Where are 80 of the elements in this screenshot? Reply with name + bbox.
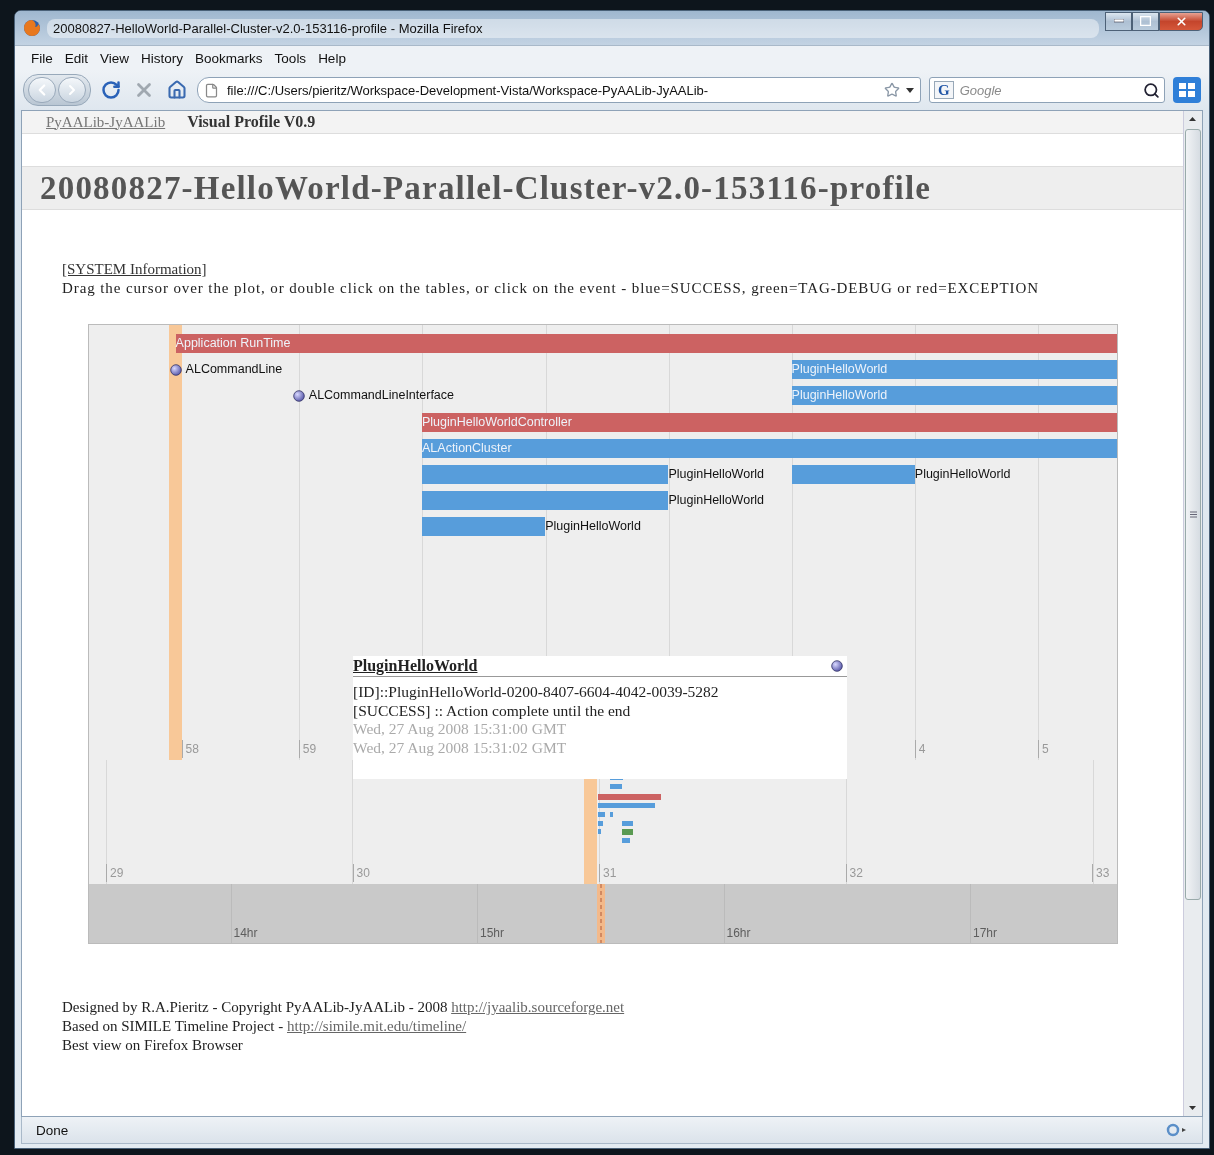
- close-icon: [1174, 14, 1188, 28]
- menu-item[interactable]: View: [94, 48, 136, 68]
- event-label: PluginHelloWorldController: [422, 413, 572, 431]
- back-button[interactable]: [28, 77, 56, 103]
- event-bar[interactable]: [422, 517, 546, 537]
- home-icon: [167, 80, 187, 100]
- event-label[interactable]: PluginHelloWorld: [668, 465, 765, 484]
- menu-item[interactable]: Tools: [268, 48, 313, 68]
- footer-link[interactable]: http://simile.mit.edu/timeline/: [287, 1018, 467, 1034]
- time-tick-label: 33: [1092, 864, 1110, 882]
- event-label: PluginHelloWorld: [791, 361, 888, 379]
- status-activity-icon: [1166, 1123, 1188, 1137]
- popup-detail: [SUCCESS] :: Action complete until the end: [353, 701, 632, 720]
- time-tick-label: 58: [181, 740, 199, 758]
- time-tick-label: 30: [352, 864, 370, 882]
- time-tick-label: 29: [106, 864, 124, 882]
- event-label[interactable]: PluginHelloWorld: [545, 517, 641, 537]
- event-bar[interactable]: [422, 491, 669, 511]
- forward-button[interactable]: [58, 77, 86, 103]
- search-engine-button[interactable]: G: [934, 81, 954, 99]
- windows-logo-icon[interactable]: [1173, 77, 1201, 103]
- timeline[interactable]: [88, 324, 1118, 944]
- popup-date: Wed, 27 Aug 2008 15:31:02 GMT: [353, 738, 568, 757]
- minimize-button[interactable]: [1105, 11, 1132, 31]
- maximize-button[interactable]: [1132, 11, 1159, 31]
- time-tick-label: 14hr: [232, 925, 258, 942]
- dashed-marker-line: [600, 884, 602, 943]
- popup-detail: [ID]::PluginHelloWorld-0200-8407-6604-4042-0039-5282: [353, 683, 720, 702]
- home-link[interactable]: PyAALib-JyAALib: [46, 113, 166, 131]
- system-info-link[interactable]: [SYSTEM Information]: [62, 260, 207, 279]
- menu-item[interactable]: File: [25, 48, 59, 68]
- time-tick-label: 17hr: [972, 925, 998, 942]
- search-field[interactable]: G Google: [929, 77, 1165, 103]
- footer-line: Based on SIMILE Timeline Project - http://simile.mit.edu/timeline/: [62, 1017, 468, 1036]
- time-tick-label: 59: [298, 740, 317, 758]
- bookmark-star-icon[interactable]: [884, 82, 900, 98]
- event-dot-icon: [831, 660, 843, 672]
- close-button[interactable]: [1159, 11, 1203, 31]
- popup-date: Wed, 27 Aug 2008 15:31:00 GMT: [353, 720, 568, 739]
- time-tick-label: 32: [845, 864, 863, 882]
- time-tick-label: 5: [1038, 740, 1049, 758]
- maximize-icon: [1140, 16, 1151, 26]
- scrollbar-thumb[interactable]: [1185, 129, 1201, 900]
- event-label: ALActionCluster: [422, 439, 512, 457]
- address-field[interactable]: file:///C:/Users/pieritz/Workspace-Development-Vista/Workspace-PyAALib-JyAALib-: [197, 77, 921, 103]
- home-button[interactable]: [165, 78, 189, 102]
- instructions-text: Drag the cursor over the plot, or double click on the tables, or click on the event - blue=SUCCESS, green=TAG-DEBUG or red=EXCEPTION: [62, 279, 1039, 298]
- event-label: PluginHelloWorld: [791, 387, 888, 405]
- firefox-logo-icon: [23, 19, 41, 37]
- search-icon[interactable]: [1143, 81, 1160, 99]
- menu-item[interactable]: Edit: [58, 48, 95, 68]
- footer-line: Best view on Firefox Browser: [62, 1036, 244, 1055]
- page-nav-title: Visual Profile V0.9: [187, 113, 316, 131]
- reload-button[interactable]: [99, 78, 123, 102]
- minimize-icon: [1113, 19, 1124, 23]
- event-label[interactable]: ALCommandLineInterface: [308, 386, 455, 406]
- time-tick-label: 15hr: [479, 925, 505, 942]
- time-tick-label: 4: [914, 740, 926, 758]
- window-title: 20080827-HelloWorld-Parallel-Cluster-v2.0-153116-profile - Mozilla Firefox: [47, 18, 1099, 38]
- popup-title[interactable]: PluginHelloWorld: [353, 656, 478, 676]
- event-dot-icon[interactable]: [292, 389, 305, 402]
- grip-icon: [1189, 511, 1197, 518]
- dropdown-caret-icon[interactable]: [906, 87, 914, 93]
- event-bar[interactable]: PluginHelloWorldController: [422, 412, 1117, 432]
- menu-item[interactable]: History: [135, 48, 190, 68]
- page-heading: 20080827-HelloWorld-Parallel-Cluster-v2.0-153116-profile: [40, 169, 932, 207]
- footer-line: Designed by R.A.Pieritz - Copyright PyAALib-JyAALib - 2008 http://jyaalib.sourceforge.net: [62, 998, 626, 1017]
- menu-item[interactable]: Bookmarks: [189, 48, 269, 68]
- time-tick-label: 16hr: [725, 925, 751, 942]
- menu-item[interactable]: Help: [312, 48, 352, 68]
- page-icon: [204, 82, 219, 98]
- event-label[interactable]: PluginHelloWorld: [668, 491, 765, 511]
- event-label[interactable]: PluginHelloWorld: [914, 465, 1011, 484]
- status-text: Done: [36, 1122, 69, 1138]
- event-label[interactable]: ALCommandLine: [185, 360, 283, 380]
- footer-link[interactable]: http://jyaalib.sourceforge.net: [451, 999, 625, 1015]
- event-dot-icon[interactable]: [169, 363, 182, 376]
- time-tick-label: 31: [599, 864, 617, 882]
- highlight-stripe: [597, 884, 605, 943]
- reload-icon: [101, 80, 121, 100]
